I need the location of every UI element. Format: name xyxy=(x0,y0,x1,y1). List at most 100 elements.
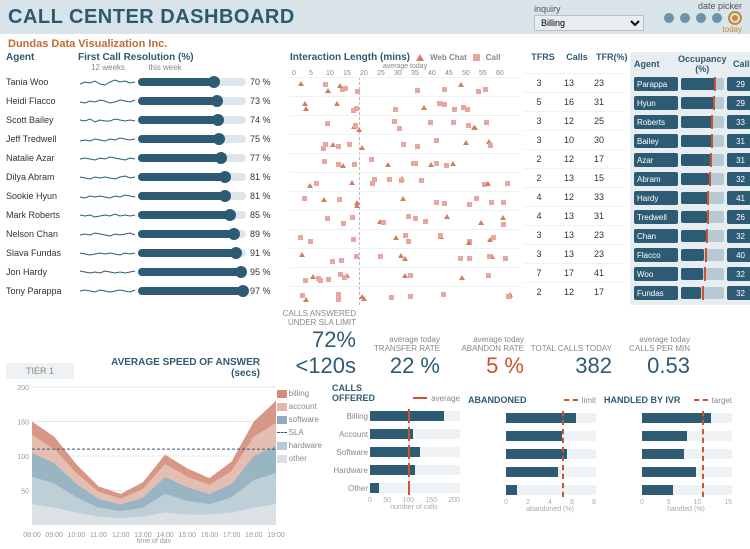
fcr-slider[interactable] xyxy=(138,173,246,181)
sparkline xyxy=(78,245,138,261)
sparkline xyxy=(78,188,138,204)
col-tfrs: TFRS xyxy=(528,52,558,62)
date-dot[interactable] xyxy=(664,13,674,23)
fcr-pct: 95 % xyxy=(246,267,280,277)
agent-chip[interactable]: Azar xyxy=(634,153,678,167)
fcr-pct: 70 % xyxy=(246,77,280,87)
svg-text:15:00: 15:00 xyxy=(179,532,197,539)
bar-row xyxy=(468,445,596,463)
occupancy-row: Azar 31 xyxy=(634,151,750,169)
agent-chip[interactable]: Hardy xyxy=(634,191,678,205)
kpi-cpm-lbl: CALLS PER MIN xyxy=(629,344,690,353)
calls-chip: 32 xyxy=(727,286,750,300)
date-dot[interactable] xyxy=(712,13,722,23)
col-interaction: Interaction Length (mins) xyxy=(290,52,410,63)
fcr-slider[interactable] xyxy=(138,268,246,276)
tfr-row: 41331 xyxy=(524,206,626,225)
agent-name: Jon Hardy xyxy=(6,267,78,277)
tfr-row: 71741 xyxy=(524,263,626,282)
tfr-panel: TFRS Calls TFR(%) 3132351631312253103021… xyxy=(524,52,626,305)
svg-text:19:00: 19:00 xyxy=(267,532,285,539)
date-dot-today[interactable] xyxy=(728,11,742,25)
interaction-row xyxy=(290,134,520,153)
target-line-icon xyxy=(694,399,708,401)
agent-chip[interactable]: Abram xyxy=(634,172,678,186)
bar-row xyxy=(468,463,596,481)
avg-line-icon xyxy=(413,397,427,399)
calls-chip: 40 xyxy=(727,248,750,262)
agent-row: Scott Bailey 74 % xyxy=(6,110,286,129)
sparkline xyxy=(78,207,138,223)
calls-abandoned-chart: ABANDONED limit 02468 abandoned (%) xyxy=(468,383,596,543)
agent-chip[interactable]: Roberts xyxy=(634,115,678,129)
kpi-sla-lbl: CALLS ANSWERED UNDER SLA LIMIT xyxy=(266,309,356,327)
legend-webchat: Web Chat xyxy=(430,53,467,62)
sparkline xyxy=(78,112,138,128)
agent-chip[interactable]: Tredwell xyxy=(634,210,678,224)
occupancy-row: Flacco 40 xyxy=(634,246,750,264)
inquiry-select[interactable]: Billing xyxy=(534,15,644,31)
fcr-slider[interactable] xyxy=(138,192,246,200)
svg-text:17:00: 17:00 xyxy=(223,532,241,539)
col-12weeks: 12 weeks xyxy=(78,63,138,72)
col-occupancy: Occupancy (%) xyxy=(678,54,727,74)
calls-chip: 41 xyxy=(727,191,750,205)
agent-row: Tania Woo 70 % xyxy=(6,72,286,91)
calls-chip: 29 xyxy=(727,96,750,110)
occupancy-row: Abram 32 xyxy=(634,170,750,188)
kpi-transfer-lbl: TRANSFER RATE xyxy=(374,344,440,353)
fcr-slider[interactable] xyxy=(138,230,246,238)
asa-heading: AVERAGE SPEED OF ANSWER (secs) xyxy=(80,357,260,379)
sparkline xyxy=(78,74,138,90)
fcr-slider[interactable] xyxy=(138,211,246,219)
agent-name: Tony Parappa xyxy=(6,286,78,296)
fcr-slider[interactable] xyxy=(138,287,246,295)
interaction-row xyxy=(290,248,520,267)
square-icon xyxy=(473,54,480,61)
agent-row: Dilya Abram 81 % xyxy=(6,167,286,186)
interaction-row xyxy=(290,267,520,286)
agent-row: Mark Roberts 85 % xyxy=(6,205,286,224)
fcr-pct: 97 % xyxy=(246,286,280,296)
agent-chip[interactable]: Woo xyxy=(634,267,678,281)
bar-row xyxy=(604,463,732,481)
sparkline xyxy=(78,169,138,185)
occupancy-row: Hardy 41 xyxy=(634,189,750,207)
agent-name: Mark Roberts xyxy=(6,210,78,220)
calls-chip: 33 xyxy=(727,115,750,129)
agent-name: Scott Bailey xyxy=(6,115,78,125)
agent-chip[interactable]: Hyun xyxy=(634,96,678,110)
date-dot[interactable] xyxy=(680,13,690,23)
agent-chip[interactable]: Chan xyxy=(634,229,678,243)
tfr-row: 31323 xyxy=(524,244,626,263)
agent-row: Jeff Tredwell 75 % xyxy=(6,129,286,148)
svg-text:10:00: 10:00 xyxy=(68,532,86,539)
agent-name: Sookie Hyun xyxy=(6,191,78,201)
calls-ivr-chart: HANDLED BY IVR target 051015 handled (%) xyxy=(604,383,732,543)
tier-chip[interactable]: TIER 1 xyxy=(6,363,74,379)
bar-row xyxy=(604,445,732,463)
tfr-row: 41233 xyxy=(524,187,626,206)
fcr-slider[interactable] xyxy=(138,116,246,124)
interaction-row xyxy=(290,229,520,248)
date-dot[interactable] xyxy=(696,13,706,23)
interaction-row xyxy=(290,77,520,96)
tfr-row: 31323 xyxy=(524,73,626,92)
calls-chip: 31 xyxy=(727,134,750,148)
agent-name: Tania Woo xyxy=(6,77,78,87)
agent-chip[interactable]: Bailey xyxy=(634,134,678,148)
agent-chip[interactable]: Parappa xyxy=(634,77,678,91)
avg-today-label: average today xyxy=(290,63,520,70)
fcr-slider[interactable] xyxy=(138,154,246,162)
fcr-slider[interactable] xyxy=(138,135,246,143)
kpi-abandon-val: 5 % xyxy=(446,353,524,379)
agent-chip[interactable]: Flacco xyxy=(634,248,678,262)
col-agent-r: Agent xyxy=(634,59,678,69)
fcr-pct: 85 % xyxy=(246,210,280,220)
fcr-slider[interactable] xyxy=(138,249,246,257)
sparkline xyxy=(78,131,138,147)
sparkline xyxy=(78,264,138,280)
fcr-slider[interactable] xyxy=(138,97,246,105)
fcr-slider[interactable] xyxy=(138,78,246,86)
agent-chip[interactable]: Fundas xyxy=(634,286,678,300)
